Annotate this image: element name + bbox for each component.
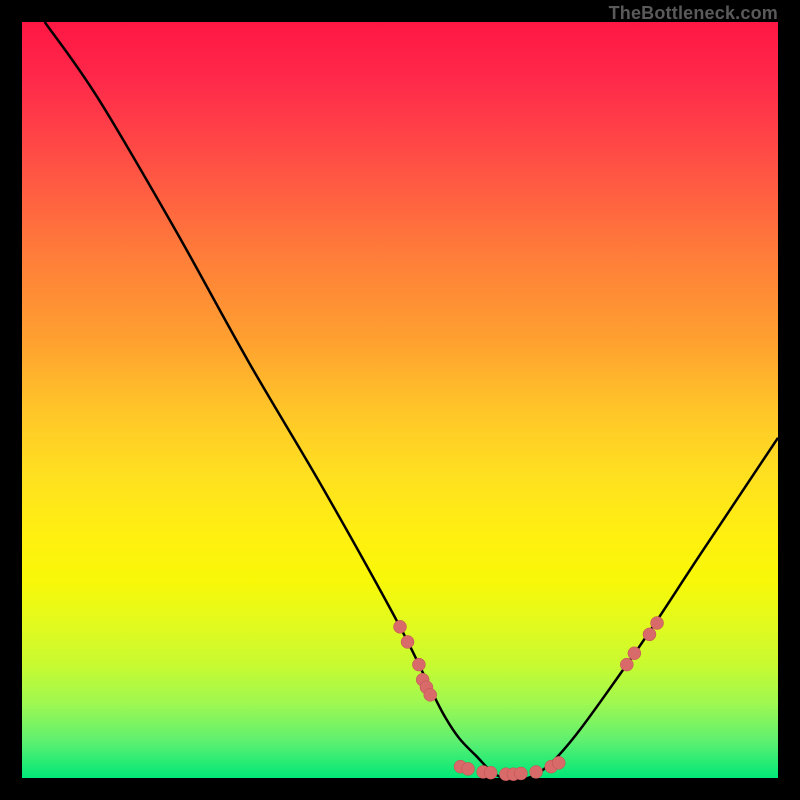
data-point bbox=[462, 762, 475, 775]
bottleneck-curve bbox=[45, 22, 778, 779]
data-point bbox=[530, 765, 543, 778]
data-point bbox=[552, 756, 565, 769]
data-point bbox=[424, 688, 437, 701]
data-point bbox=[412, 658, 425, 671]
chart-svg bbox=[22, 22, 778, 778]
data-point bbox=[394, 620, 407, 633]
data-point bbox=[628, 647, 641, 660]
data-point bbox=[401, 635, 414, 648]
data-point bbox=[620, 658, 633, 671]
data-point bbox=[643, 628, 656, 641]
data-point bbox=[484, 766, 497, 779]
watermark-text: TheBottleneck.com bbox=[609, 3, 778, 24]
data-point bbox=[514, 767, 527, 780]
chart-plot-area bbox=[22, 22, 778, 778]
data-point bbox=[651, 617, 664, 630]
data-points-group bbox=[394, 617, 664, 781]
